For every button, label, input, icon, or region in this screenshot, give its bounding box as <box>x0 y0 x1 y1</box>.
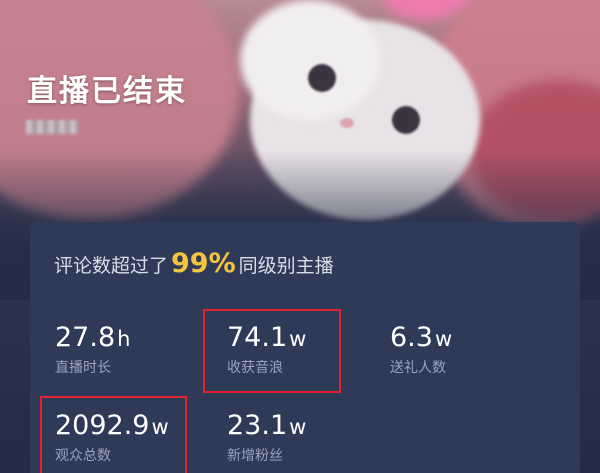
stat-gift-senders: 6.3w 送礼人数 <box>390 322 452 377</box>
highlight-box-total-viewers <box>40 396 187 473</box>
live-ended-screen: 直播已结束 评论数超过了 99% 同级别主播 27.8h 直播时长 74.1w 收获… <box>0 0 600 473</box>
summary-prefix: 评论数超过了 <box>54 255 169 277</box>
stat-label: 送礼人数 <box>390 360 446 376</box>
blurred-streamer-name <box>26 120 78 134</box>
stat-unit: h <box>117 327 131 351</box>
stat-value: 23.1 <box>227 410 288 441</box>
stat-live-duration: 27.8h 直播时长 <box>55 322 130 377</box>
stat-unit: w <box>434 327 453 351</box>
highlight-box-sound-waves <box>203 309 341 393</box>
stat-value: 6.3 <box>390 322 433 353</box>
comment-rank-summary: 评论数超过了 99% 同级别主播 <box>54 248 334 279</box>
stat-label: 直播时长 <box>55 360 111 376</box>
stat-label: 新增粉丝 <box>227 448 283 464</box>
summary-percent: 99% <box>171 248 236 279</box>
summary-suffix: 同级别主播 <box>238 255 334 277</box>
stat-new-followers: 23.1w 新增粉丝 <box>227 410 306 465</box>
stats-card: 评论数超过了 99% 同级别主播 27.8h 直播时长 74.1w 收获音浪 6.3… <box>30 222 580 473</box>
stat-unit: w <box>289 415 307 439</box>
stat-value: 27.8 <box>55 322 116 353</box>
page-title: 直播已结束 <box>27 74 187 109</box>
